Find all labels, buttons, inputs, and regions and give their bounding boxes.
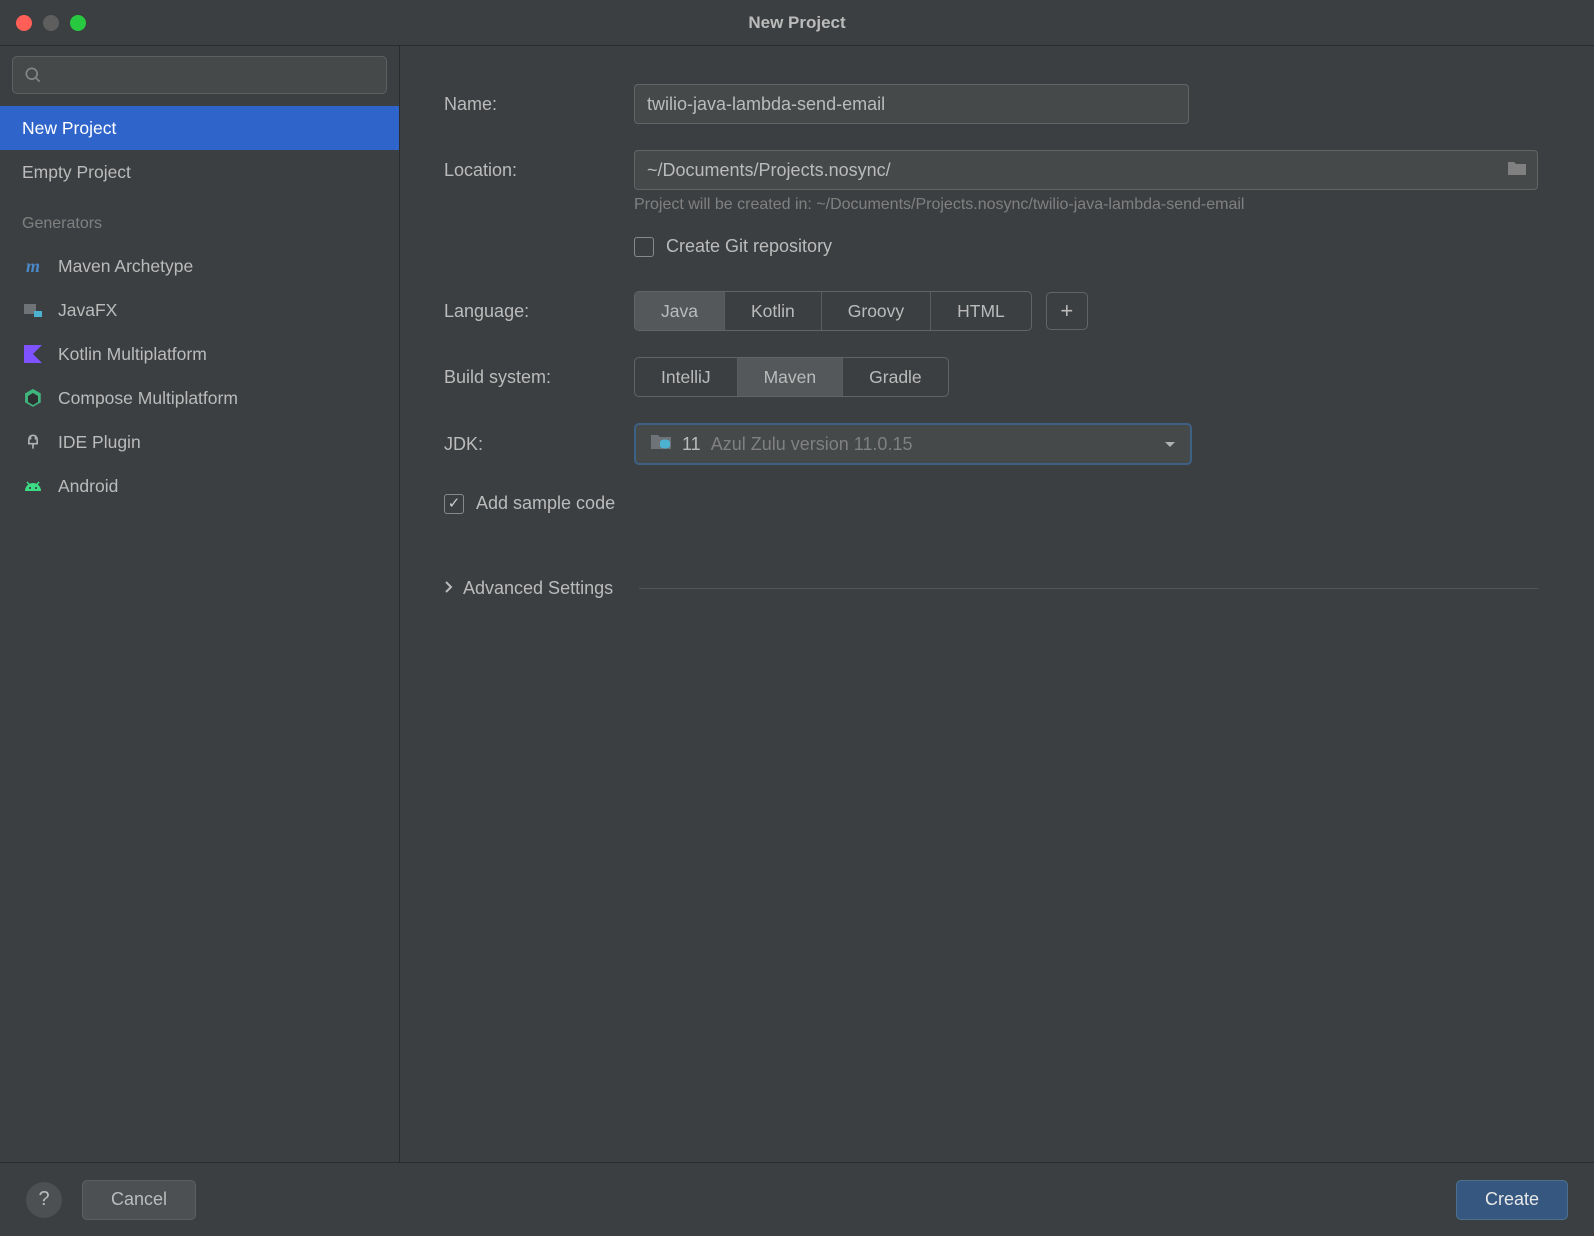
git-checkbox[interactable] <box>634 237 654 257</box>
sample-code-label: Add sample code <box>476 493 615 514</box>
lang-kotlin[interactable]: Kotlin <box>725 292 822 330</box>
window-controls <box>0 15 86 31</box>
row-build-system: Build system: IntelliJ Maven Gradle <box>444 357 1538 397</box>
dialog-body: New Project Empty Project Generators m M… <box>0 46 1594 1162</box>
cancel-button[interactable]: Cancel <box>82 1180 196 1220</box>
form-panel: Name: Location: Project will be created … <box>400 46 1594 1162</box>
build-intellij[interactable]: IntelliJ <box>635 358 738 396</box>
build-segmented: IntelliJ Maven Gradle <box>634 357 949 397</box>
compose-icon <box>22 387 44 409</box>
divider <box>639 588 1538 589</box>
sample-code-checkbox[interactable] <box>444 494 464 514</box>
add-language-button[interactable]: + <box>1046 292 1088 330</box>
search-input[interactable] <box>12 56 387 94</box>
zoom-window-button[interactable] <box>70 15 86 31</box>
folder-icon[interactable] <box>1507 160 1527 181</box>
maven-icon: m <box>22 255 44 277</box>
javafx-icon <box>22 299 44 321</box>
help-button[interactable]: ? <box>26 1182 62 1218</box>
plugin-icon <box>22 431 44 453</box>
sidebar-search-wrap <box>0 46 399 100</box>
generator-label: JavaFX <box>58 300 117 321</box>
row-sample-code[interactable]: Add sample code <box>444 493 1538 514</box>
row-location: Location: <box>444 150 1538 190</box>
android-icon <box>22 475 44 497</box>
lang-java[interactable]: Java <box>635 292 725 330</box>
jdk-vendor: Azul Zulu version 11.0.15 <box>711 434 913 455</box>
name-input[interactable] <box>634 84 1189 124</box>
search-icon <box>23 65 43 85</box>
git-label: Create Git repository <box>666 236 832 257</box>
row-git[interactable]: Create Git repository <box>634 236 1538 257</box>
jdk-version: 11 <box>682 434 701 455</box>
language-label: Language: <box>444 301 634 322</box>
generator-android[interactable]: Android <box>0 464 399 508</box>
create-button[interactable]: Create <box>1456 1180 1568 1220</box>
window-title: New Project <box>748 13 845 33</box>
sidebar-item-label: New Project <box>22 118 116 139</box>
build-label: Build system: <box>444 367 634 388</box>
jdk-icon <box>650 433 672 456</box>
generator-ide-plugin[interactable]: IDE Plugin <box>0 420 399 464</box>
sidebar-item-empty-project[interactable]: Empty Project <box>0 150 399 194</box>
language-segmented: Java Kotlin Groovy HTML <box>634 291 1032 331</box>
advanced-settings-toggle[interactable]: Advanced Settings <box>444 578 1538 599</box>
advanced-settings-label: Advanced Settings <box>463 578 613 599</box>
generator-label: Compose Multiplatform <box>58 388 238 409</box>
generator-label: IDE Plugin <box>58 432 141 453</box>
row-language: Language: Java Kotlin Groovy HTML + <box>444 291 1538 331</box>
location-label: Location: <box>444 160 634 181</box>
name-label: Name: <box>444 94 634 115</box>
build-maven[interactable]: Maven <box>738 358 844 396</box>
close-window-button[interactable] <box>16 15 32 31</box>
generator-maven-archetype[interactable]: m Maven Archetype <box>0 244 399 288</box>
sidebar-list: New Project Empty Project Generators m M… <box>0 100 399 508</box>
sidebar: New Project Empty Project Generators m M… <box>0 46 400 1162</box>
generator-kotlin-multiplatform[interactable]: Kotlin Multiplatform <box>0 332 399 376</box>
sidebar-item-new-project[interactable]: New Project <box>0 106 399 150</box>
location-input[interactable] <box>647 160 1507 181</box>
generator-label: Maven Archetype <box>58 256 193 277</box>
lang-html[interactable]: HTML <box>931 292 1031 330</box>
jdk-label: JDK: <box>444 434 634 455</box>
sidebar-section-generators: Generators <box>0 204 399 244</box>
chevron-down-icon <box>1164 434 1176 454</box>
location-input-wrap <box>634 150 1538 190</box>
dialog-footer: ? Cancel Create <box>0 1162 1594 1236</box>
minimize-window-button[interactable] <box>43 15 59 31</box>
chevron-right-icon <box>444 578 453 599</box>
titlebar: New Project <box>0 0 1594 46</box>
build-gradle[interactable]: Gradle <box>843 358 948 396</box>
location-hint: Project will be created in: ~/Documents/… <box>634 196 1538 214</box>
generator-label: Android <box>58 476 118 497</box>
jdk-dropdown[interactable]: 11 Azul Zulu version 11.0.15 <box>634 423 1192 465</box>
row-name: Name: <box>444 84 1538 124</box>
generator-javafx[interactable]: JavaFX <box>0 288 399 332</box>
row-jdk: JDK: 11 Azul Zulu version 11.0.15 <box>444 423 1538 465</box>
lang-groovy[interactable]: Groovy <box>822 292 931 330</box>
generator-compose-multiplatform[interactable]: Compose Multiplatform <box>0 376 399 420</box>
generator-label: Kotlin Multiplatform <box>58 344 207 365</box>
sidebar-item-label: Empty Project <box>22 162 131 183</box>
new-project-dialog: New Project New Project Empty Project Ge… <box>0 0 1594 1236</box>
kotlin-icon <box>22 343 44 365</box>
